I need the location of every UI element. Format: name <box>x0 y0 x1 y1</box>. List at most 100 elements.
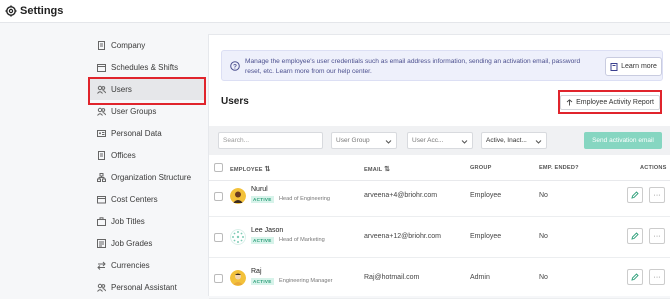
settings-sidebar: Company Schedules & Shifts Users User Gr… <box>88 34 206 298</box>
building-icon <box>98 40 105 50</box>
table-row[interactable]: Raj ACTIVE Engineering Manager Raj@hotma… <box>209 258 670 299</box>
filter-bar: Search... User Group User Acc... Active,… <box>209 126 670 155</box>
grades-icon <box>97 238 106 248</box>
page-title: Settings <box>20 5 64 17</box>
sidebar-item-job-grades[interactable]: Job Grades <box>88 232 204 254</box>
employee-email: arveena+12@briohr.com <box>364 233 441 240</box>
status-select-value: Active, Inact... <box>486 137 527 144</box>
status-select[interactable]: Active, Inact... <box>481 132 547 149</box>
user-access-select-value: User Acc... <box>412 137 444 144</box>
employee-name[interactable]: Lee Jason <box>251 227 283 234</box>
info-banner: ? Manage the employee's user credentials… <box>221 50 663 81</box>
status-badge: ACTIVE <box>251 237 274 244</box>
status-badge: ACTIVE <box>251 278 274 285</box>
sidebar-item-offices[interactable]: Offices <box>88 144 204 166</box>
users-icon <box>97 85 106 94</box>
exchange-icon <box>97 261 106 270</box>
table-row[interactable]: Nurul ACTIVE Head of Engineering arveena… <box>209 176 670 217</box>
column-email-label: EMAIL <box>364 167 383 173</box>
column-employee-label: EMPLOYEE <box>230 167 263 173</box>
edit-button[interactable] <box>627 228 643 244</box>
edit-button[interactable] <box>627 269 643 285</box>
sidebar-item-schedules[interactable]: Schedules & Shifts <box>88 56 204 78</box>
search-input[interactable]: Search... <box>218 132 323 149</box>
employee-role: Head of Marketing <box>279 237 325 243</box>
edit-button[interactable] <box>627 187 643 203</box>
row-checkbox[interactable] <box>214 233 223 242</box>
sort-icon: ⇅ <box>384 166 391 173</box>
status-badge: ACTIVE <box>251 196 274 203</box>
briefcase-icon <box>97 216 106 226</box>
column-group: GROUP <box>470 165 492 171</box>
user-group-select-value: User Group <box>336 137 370 144</box>
user-group-icon <box>97 107 106 116</box>
wallet-icon <box>97 195 106 203</box>
more-icon: ··· <box>653 191 661 199</box>
more-actions-button[interactable]: ··· <box>649 269 665 285</box>
sidebar-item-organization-structure[interactable]: Organization Structure <box>88 166 204 188</box>
sort-icon: ⇅ <box>264 166 271 173</box>
sidebar-item-label: Job Grades <box>111 238 153 248</box>
sidebar-item-label: Schedules & Shifts <box>111 62 179 72</box>
sidebar-item-job-titles[interactable]: Job Titles <box>88 210 204 232</box>
pencil-icon <box>631 232 639 240</box>
chevron-down-icon <box>535 140 542 144</box>
top-bar: Settings <box>0 0 670 23</box>
arrow-up-icon <box>566 98 573 105</box>
column-employee[interactable]: EMPLOYEE ⇅ <box>230 165 271 173</box>
chevron-down-icon <box>461 140 468 144</box>
more-actions-button[interactable]: ··· <box>649 187 665 203</box>
more-icon: ··· <box>653 232 661 240</box>
select-all-checkbox[interactable] <box>214 163 223 172</box>
learn-more-button[interactable]: Learn more <box>605 57 662 76</box>
learn-more-label: Learn more <box>621 63 657 70</box>
sidebar-item-users[interactable]: Users <box>88 77 206 105</box>
avatar <box>230 188 246 204</box>
employee-ended: No <box>539 274 548 281</box>
table-row[interactable]: Lee Jason ACTIVE Head of Marketing arvee… <box>209 217 670 258</box>
column-email[interactable]: EMAIL ⇅ <box>364 165 390 173</box>
employee-activity-report-button[interactable]: Employee Activity Report <box>558 90 662 114</box>
help-circle-icon: ? <box>230 61 240 71</box>
sidebar-item-label: Currencies <box>111 260 150 270</box>
sidebar-item-label: Cost Centers <box>111 194 158 204</box>
employee-email: Raj@hotmail.com <box>364 274 420 281</box>
employee-email: arveena+4@briohr.com <box>364 192 438 199</box>
info-banner-text: Manage the employee's user credentials s… <box>245 58 581 75</box>
sidebar-item-personal-assistant[interactable]: Personal Assistant <box>88 276 204 298</box>
id-card-icon <box>97 129 106 137</box>
more-icon: ··· <box>653 273 661 281</box>
sidebar-item-currencies[interactable]: Currencies <box>88 254 204 276</box>
employee-group: Employee <box>470 233 502 240</box>
avatar <box>230 229 246 245</box>
sidebar-item-personal-data[interactable]: Personal Data <box>88 122 204 144</box>
org-chart-icon <box>97 172 106 182</box>
gear-icon <box>5 5 17 17</box>
employee-ended: No <box>539 192 548 199</box>
sidebar-item-company[interactable]: Company <box>88 34 204 56</box>
column-actions: ACTIONS <box>640 165 667 171</box>
sidebar-item-user-groups[interactable]: User Groups <box>88 100 204 122</box>
sidebar-item-label: Personal Assistant <box>111 282 177 292</box>
row-checkbox[interactable] <box>214 274 223 283</box>
sidebar-item-label: Job Titles <box>111 216 145 226</box>
row-checkbox[interactable] <box>214 192 223 201</box>
sidebar-item-label: Organization Structure <box>111 172 192 182</box>
pencil-icon <box>631 273 639 281</box>
send-activation-email-button[interactable]: Send activation email <box>584 132 662 149</box>
sidebar-item-label: Offices <box>111 150 136 160</box>
pencil-icon <box>631 191 639 199</box>
assistant-icon <box>97 283 106 292</box>
employee-group: Employee <box>470 192 502 199</box>
employee-name[interactable]: Nurul <box>251 186 268 193</box>
user-access-select[interactable]: User Acc... <box>407 132 473 149</box>
sidebar-item-label: Company <box>111 40 146 50</box>
office-icon <box>98 150 105 160</box>
calendar-icon <box>97 63 106 72</box>
user-group-select[interactable]: User Group <box>331 132 397 149</box>
more-actions-button[interactable]: ··· <box>649 228 665 244</box>
employee-ended: No <box>539 233 548 240</box>
sidebar-item-cost-centers[interactable]: Cost Centers <box>88 188 204 210</box>
employee-group: Admin <box>470 274 490 281</box>
employee-name[interactable]: Raj <box>251 268 262 275</box>
